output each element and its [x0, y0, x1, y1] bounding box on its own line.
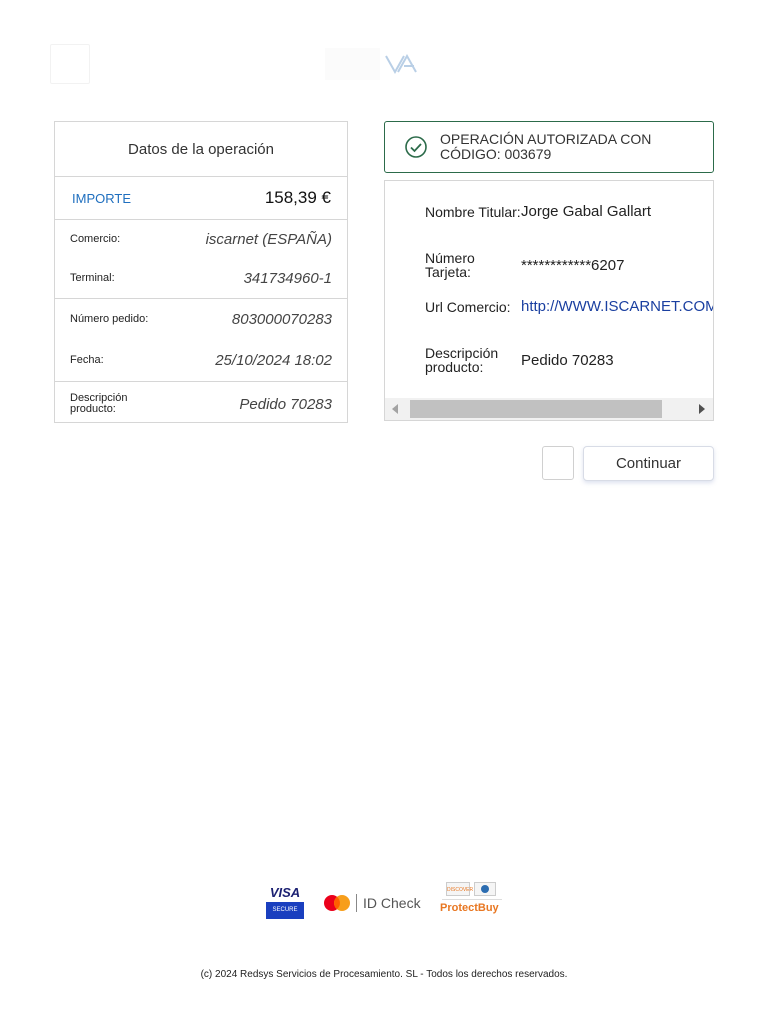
merchant-label: Comercio:: [70, 233, 121, 245]
terminal-value: 341734960-1: [243, 270, 332, 287]
product-description-row: Descripción producto: Pedido 70283: [425, 346, 614, 374]
check-circle-icon: [405, 136, 427, 158]
date-value: 25/10/2024 18:02: [215, 352, 332, 369]
merchant-url-label: Url Comercio:: [425, 298, 511, 315]
description-label: Descripción producto:: [70, 392, 128, 415]
order-number-value: 803000070283: [231, 311, 332, 328]
protectbuy-logo: DISCOVER ProtectBuy: [440, 882, 502, 922]
merchant-url-row: Url Comercio: http://WWW.ISCARNET.COM: [425, 298, 713, 315]
order-number-label: Número pedido:: [70, 313, 149, 325]
operation-data-panel: Datos de la operación IMPORTE 158,39 € C…: [54, 121, 348, 423]
protectbuy-card-logos: DISCOVER: [446, 882, 502, 896]
description-value: Pedido 70283: [239, 395, 332, 413]
authorization-text: OPERACIÓN AUTORIZADA CON CÓDIGO: 003679: [440, 132, 651, 162]
visa-secure-logo: VISA SECURE: [266, 884, 304, 920]
header-logo-backdrop: [325, 48, 380, 80]
brand-logo-icon: [385, 53, 417, 75]
product-description-label: Descripción producto:: [425, 345, 499, 375]
discover-icon: DISCOVER: [446, 882, 473, 896]
visa-secure-label: SECURE: [266, 902, 304, 919]
id-check-logo: ID Check: [356, 894, 421, 912]
authorization-code: CÓDIGO: 003679: [440, 146, 552, 162]
date-label: Fecha:: [70, 354, 104, 366]
id-check-divider: [356, 894, 357, 912]
card-number-value: ************6207: [521, 256, 625, 274]
merchant-url-link[interactable]: http://WWW.ISCARNET.COM: [521, 298, 713, 315]
merchant-group: Comercio: iscarnet (ESPAÑA) Terminal: 34…: [55, 220, 347, 299]
horizontal-scrollbar[interactable]: [385, 398, 713, 420]
merchant-row: Comercio: iscarnet (ESPAÑA): [55, 231, 347, 248]
amount-value: 158,39 €: [264, 188, 331, 207]
amount-row: IMPORTE 158,39 €: [55, 177, 347, 220]
scrollbar-thumb[interactable]: [410, 400, 662, 418]
diners-club-icon: [474, 882, 496, 896]
amount-label: IMPORTE: [72, 190, 131, 206]
description-row: Descripción producto: Pedido 70283: [55, 393, 347, 415]
continue-button[interactable]: Continuar: [583, 446, 714, 481]
cardholder-name-label: Nombre Titular:: [425, 203, 521, 220]
terminal-label: Terminal:: [70, 272, 115, 284]
authorization-banner: OPERACIÓN AUTORIZADA CON CÓDIGO: 003679: [384, 121, 714, 173]
operation-title: Datos de la operación: [55, 122, 347, 177]
description-group: Descripción producto: Pedido 70283: [55, 382, 347, 426]
protectbuy-text: ProtectBuy: [440, 902, 499, 914]
visa-wordmark: VISA: [266, 884, 304, 902]
terminal-row: Terminal: 341734960-1: [55, 270, 347, 287]
card-number-row: Número Tarjeta: ************6207: [425, 251, 624, 279]
merchant-value: iscarnet (ESPAÑA): [205, 231, 332, 248]
mastercard-icon: [324, 895, 350, 911]
cardholder-name-row: Nombre Titular: Jorge Gabal Gallart: [425, 203, 651, 220]
product-description-value: Pedido 70283: [521, 351, 614, 369]
header-placeholder-box: [50, 44, 90, 84]
secondary-button[interactable]: [542, 446, 574, 480]
date-row: Fecha: 25/10/2024 18:02: [55, 352, 347, 369]
protectbuy-divider: [442, 899, 502, 900]
order-number-row: Número pedido: 803000070283: [55, 311, 347, 328]
scroll-right-arrow-icon[interactable]: [699, 404, 705, 414]
cardholder-name-value: Jorge Gabal Gallart: [521, 203, 652, 220]
authorization-line-1: OPERACIÓN AUTORIZADA CON: [440, 131, 652, 147]
id-check-text: ID Check: [363, 895, 421, 911]
scroll-left-arrow-icon[interactable]: [392, 404, 398, 414]
card-number-label: Número Tarjeta:: [425, 250, 475, 280]
copyright-text: (c) 2024 Redsys Servicios de Procesamien…: [200, 969, 568, 980]
order-group: Número pedido: 803000070283 Fecha: 25/10…: [55, 299, 347, 382]
cardholder-details-panel[interactable]: Nombre Titular: Jorge Gabal Gallart Núme…: [384, 180, 714, 421]
